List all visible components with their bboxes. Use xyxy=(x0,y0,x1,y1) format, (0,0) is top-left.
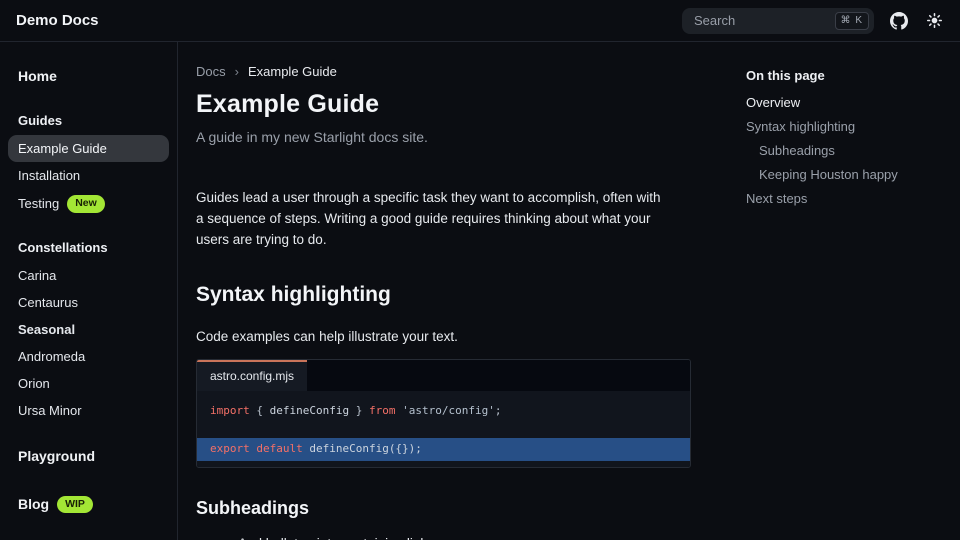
code-tab-bar: astro.config.mjs xyxy=(197,360,690,391)
sidebar-group-constellations: Constellations xyxy=(8,233,169,262)
bullet-text: And bullet points xyxy=(238,536,342,540)
sidebar-item-label: Andromeda xyxy=(18,349,85,364)
code-token: 'astro/config' xyxy=(395,404,494,417)
sidebar-item-label: Playground xyxy=(18,448,95,464)
page-title: Example Guide xyxy=(196,90,692,119)
search-shortcut-kbd: ⌘ K xyxy=(835,12,869,30)
github-icon[interactable] xyxy=(889,11,909,31)
wip-badge: WIP xyxy=(57,496,93,514)
intro-paragraph: Guides lead a user through a specific ta… xyxy=(196,187,670,250)
sidebar-item-example-guide[interactable]: Example Guide xyxy=(8,135,169,162)
code-token: { xyxy=(250,404,270,417)
code-token: from xyxy=(369,404,396,417)
code-line-3-highlighted: export default defineConfig({}); xyxy=(197,438,690,461)
table-of-contents: On this page Overview Syntax highlightin… xyxy=(722,42,960,540)
heading-syntax-highlighting: Syntax highlighting xyxy=(196,283,692,307)
bullet-list: And bullet points containing links. xyxy=(196,536,692,540)
sidebar-item-label: Centaurus xyxy=(18,295,78,310)
code-line-2 xyxy=(197,420,690,438)
sidebar-item-carina[interactable]: Carina xyxy=(8,262,169,289)
code-token: export default xyxy=(210,442,309,455)
sidebar-item-installation[interactable]: Installation xyxy=(8,162,169,189)
code-token: } xyxy=(349,404,369,417)
main-content: Docs › Example Guide Example Guide A gui… xyxy=(178,42,722,540)
code-token: defineConfig({}); xyxy=(309,442,422,455)
site-title: Demo Docs xyxy=(16,12,99,29)
breadcrumb-current: Example Guide xyxy=(248,64,337,79)
search-input[interactable]: Search ⌘ K xyxy=(682,8,874,34)
sidebar-item-label: Ursa Minor xyxy=(18,403,82,418)
sidebar-item-label: Testing xyxy=(18,196,59,211)
new-badge: New xyxy=(67,195,105,213)
toc-item-next-steps[interactable]: Next steps xyxy=(746,186,944,210)
code-line-1: import { defineConfig } from 'astro/conf… xyxy=(197,402,690,420)
sidebar-item-blog[interactable]: Blog WIP xyxy=(8,488,169,522)
sidebar-item-playground[interactable]: Playground xyxy=(8,440,169,472)
sidebar-item-label: Carina xyxy=(18,268,56,283)
sidebar-item-label: Example Guide xyxy=(18,141,107,156)
sidebar-item-testing[interactable]: Testing New xyxy=(8,189,169,219)
sidebar-item-label: Seasonal xyxy=(18,322,75,337)
sidebar-spacer xyxy=(8,472,169,488)
code-block: astro.config.mjs import { defineConfig }… xyxy=(196,359,691,468)
page-subtitle: A guide in my new Starlight docs site. xyxy=(196,129,692,145)
sidebar-item-centaurus[interactable]: Centaurus xyxy=(8,289,169,316)
toc-item-keeping-houston-happy[interactable]: Keeping Houston happy xyxy=(746,162,944,186)
sidebar-item-label: Orion xyxy=(18,376,50,391)
chevron-right-icon: › xyxy=(235,64,239,79)
site-header: Demo Docs Search ⌘ K xyxy=(0,0,960,42)
code-area[interactable]: import { defineConfig } from 'astro/conf… xyxy=(197,391,690,467)
sidebar-item-seasonal[interactable]: Seasonal xyxy=(8,316,169,343)
containing-links-link[interactable]: containing links xyxy=(342,536,434,540)
sidebar-group-guides: Guides xyxy=(8,106,169,135)
toc-item-syntax-highlighting[interactable]: Syntax highlighting xyxy=(746,114,944,138)
sidebar-item-home[interactable]: Home xyxy=(8,60,169,92)
code-token: ; xyxy=(495,404,502,417)
sidebar-item-label: Home xyxy=(18,68,57,84)
toc-title: On this page xyxy=(746,64,944,90)
code-tab-filename[interactable]: astro.config.mjs xyxy=(197,360,307,391)
theme-toggle-sun-icon[interactable] xyxy=(924,11,944,31)
sidebar-item-andromeda[interactable]: Andromeda xyxy=(8,343,169,370)
bullet-text: . xyxy=(434,536,438,540)
sidebar-item-orion[interactable]: Orion xyxy=(8,370,169,397)
sidebar: Home Guides Example Guide Installation T… xyxy=(0,42,178,540)
sidebar-item-label: Blog xyxy=(18,496,49,512)
code-token: import xyxy=(210,404,250,417)
sidebar-item-label: Installation xyxy=(18,168,80,183)
list-item: And bullet points containing links. xyxy=(238,536,692,540)
toc-item-subheadings[interactable]: Subheadings xyxy=(746,138,944,162)
breadcrumb: Docs › Example Guide xyxy=(196,64,692,79)
sidebar-spacer xyxy=(8,424,169,440)
page-shell: Home Guides Example Guide Installation T… xyxy=(0,42,960,540)
toc-item-overview[interactable]: Overview xyxy=(746,90,944,114)
code-token: defineConfig xyxy=(270,404,349,417)
syntax-paragraph: Code examples can help illustrate your t… xyxy=(196,329,692,344)
search-placeholder: Search xyxy=(694,13,735,28)
header-actions: Search ⌘ K xyxy=(682,8,944,34)
breadcrumb-docs-link[interactable]: Docs xyxy=(196,64,226,79)
heading-subheadings: Subheadings xyxy=(196,498,692,519)
sidebar-item-ursa-minor[interactable]: Ursa Minor xyxy=(8,397,169,424)
